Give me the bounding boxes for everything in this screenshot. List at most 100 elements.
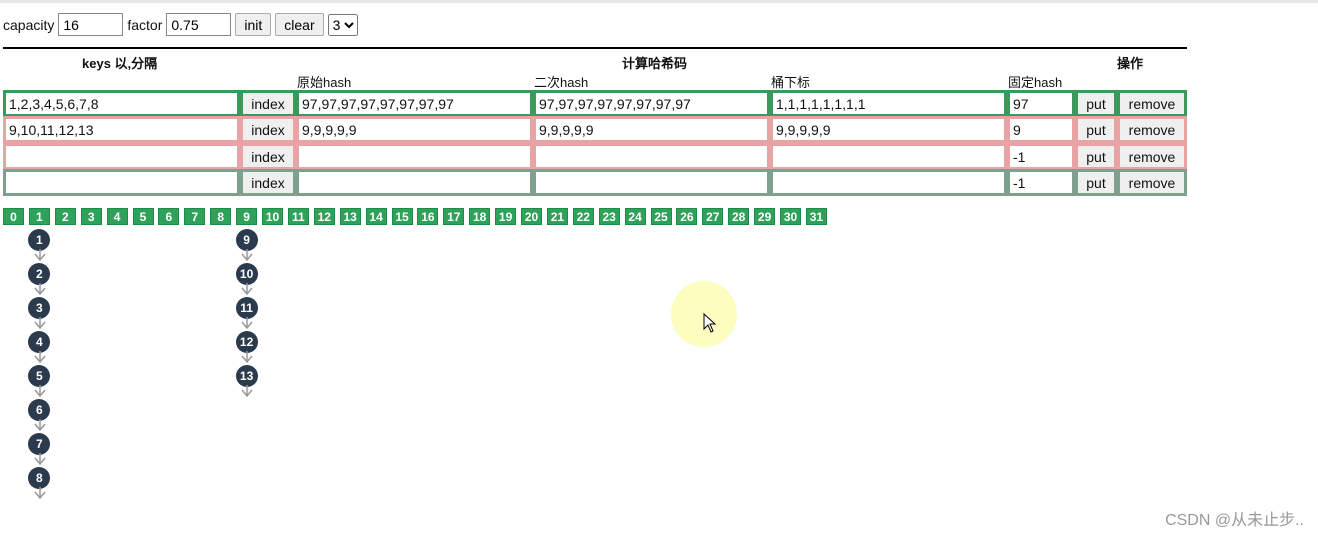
bucket-29: 29 [754, 208, 776, 225]
bucket-18: 18 [469, 208, 491, 225]
keys-input[interactable] [3, 142, 240, 170]
compute-header: 计算哈希码 [622, 56, 688, 71]
arrow-down-icon [34, 249, 46, 261]
remove-button[interactable]: remove [1117, 142, 1187, 170]
bucket-3: 3 [80, 208, 102, 225]
capacity-label: capacity [3, 16, 55, 33]
fixed-hash-header: 固定hash [1008, 75, 1063, 90]
fixed-hash-field[interactable]: -1 [1007, 142, 1075, 170]
table-row: 1,2,3,4,5,6,7,8 index 97,97,97,97,97,97,97… [3, 90, 1187, 117]
second-hash-field[interactable]: 97,97,97,97,97,97,97,97 [533, 90, 770, 117]
raw-hash-field[interactable] [296, 142, 533, 170]
arrow-down-icon [34, 351, 46, 363]
bucket-index-field[interactable]: 1,1,1,1,1,1,1,1 [770, 90, 1007, 117]
remove-button[interactable]: remove [1117, 90, 1187, 117]
bucket-6: 6 [158, 208, 180, 225]
clear-button[interactable]: clear [275, 13, 324, 36]
arrow-down-icon [34, 419, 46, 431]
raw-hash-field[interactable] [296, 168, 533, 196]
header-rule [3, 47, 1187, 49]
count-select[interactable]: 3 [327, 13, 358, 36]
chain-node: 6 [28, 399, 51, 421]
second-hash-field[interactable]: 9,9,9,9,9 [533, 116, 770, 144]
arrow-down-icon [241, 283, 253, 295]
bucket-17: 17 [443, 208, 465, 225]
bucket-24: 24 [624, 208, 646, 225]
put-button[interactable]: put [1075, 116, 1117, 144]
bucket-2: 2 [54, 208, 76, 225]
bucket-10: 10 [262, 208, 283, 225]
chain-node: 9 [235, 229, 258, 251]
arrow-down-icon [241, 317, 253, 329]
bucket-19: 19 [495, 208, 517, 225]
remove-button[interactable]: remove [1117, 168, 1187, 196]
fixed-hash-field[interactable]: 9 [1007, 116, 1075, 144]
remove-button[interactable]: remove [1117, 116, 1187, 144]
put-button[interactable]: put [1075, 90, 1117, 117]
second-hash-field[interactable] [533, 142, 770, 170]
index-button[interactable]: index [240, 142, 296, 170]
chain-node: 12 [235, 331, 258, 353]
bucket-1: 1 [28, 208, 50, 225]
chain-node: 13 [235, 365, 258, 387]
arrow-down-icon [241, 385, 253, 397]
watermark: CSDN @从未止步.. [1165, 512, 1304, 529]
chain-node: 1 [28, 229, 51, 251]
toolbar: capacity factor init clear 3 [3, 13, 358, 36]
chain-node: 7 [28, 433, 51, 455]
index-button[interactable]: index [240, 116, 296, 144]
bucket-20: 20 [521, 208, 542, 225]
chain-node: 3 [28, 297, 51, 319]
index-button[interactable]: index [240, 168, 296, 196]
factor-label: factor [127, 16, 163, 33]
keys-input[interactable]: 1,2,3,4,5,6,7,8 [3, 90, 240, 117]
table-row: index -1 put remove [3, 168, 1187, 196]
ops-header: 操作 [1117, 56, 1144, 71]
bucket-index-field[interactable] [770, 168, 1007, 196]
keys-input[interactable] [3, 168, 240, 196]
bucket-0: 0 [3, 208, 24, 225]
bucket-5: 5 [132, 208, 154, 225]
raw-hash-field[interactable]: 97,97,97,97,97,97,97,97 [296, 90, 533, 117]
put-button[interactable]: put [1075, 142, 1117, 170]
arrow-down-icon [241, 351, 253, 363]
fixed-hash-field[interactable]: -1 [1007, 168, 1075, 196]
bucket-27: 27 [702, 208, 724, 225]
bucket-11: 11 [287, 208, 309, 225]
second-hash-field[interactable] [533, 168, 770, 196]
arrow-down-icon [34, 283, 46, 295]
bucket-31: 31 [805, 208, 827, 225]
chain-node: 11 [235, 297, 258, 319]
arrow-down-icon [34, 385, 46, 397]
bucket-15: 15 [391, 208, 413, 225]
top-divider [0, 0, 1318, 3]
fixed-hash-field[interactable]: 97 [1007, 90, 1075, 117]
table-row: index -1 put remove [3, 142, 1187, 170]
factor-input[interactable] [166, 13, 232, 36]
bucket-8: 8 [210, 208, 232, 225]
second-hash-header: 二次hash [534, 75, 589, 90]
capacity-input[interactable] [58, 13, 124, 36]
keys-header: keys 以,分隔 [82, 56, 158, 71]
arrow-down-icon [34, 487, 46, 499]
chain-node: 8 [28, 467, 51, 489]
raw-hash-header: 原始hash [297, 75, 352, 90]
keys-input[interactable]: 9,10,11,12,13 [3, 116, 240, 144]
bucket-12: 12 [313, 208, 335, 225]
put-button[interactable]: put [1075, 168, 1117, 196]
bucket-index-field[interactable] [770, 142, 1007, 170]
bucket-14: 14 [365, 208, 387, 225]
bucket-index-field[interactable]: 9,9,9,9,9 [770, 116, 1007, 144]
init-button[interactable]: init [235, 13, 272, 36]
bucket-index-header: 桶下标 [771, 75, 811, 90]
arrow-down-icon [34, 317, 46, 329]
raw-hash-field[interactable]: 9,9,9,9,9 [296, 116, 533, 144]
chain-node: 4 [28, 331, 51, 353]
index-button[interactable]: index [240, 90, 296, 117]
chain-node: 10 [235, 263, 258, 285]
bucket-4: 4 [106, 208, 128, 225]
bucket-16: 16 [417, 208, 439, 225]
bucket-13: 13 [339, 208, 361, 225]
bucket-21: 21 [546, 208, 568, 225]
arrow-down-icon [34, 453, 46, 465]
